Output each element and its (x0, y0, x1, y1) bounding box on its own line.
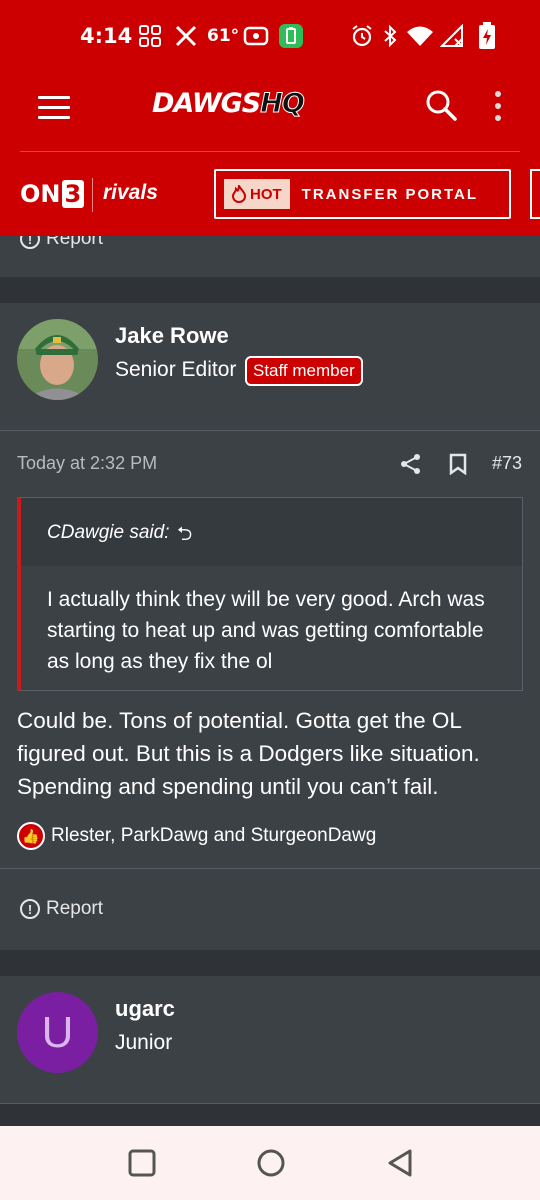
site-logo[interactable]: DAWGSHQ (152, 88, 306, 120)
previous-post: ! Report (0, 236, 540, 277)
more-options-button[interactable] (490, 88, 506, 122)
post-time[interactable]: Today at 2:32 PM (17, 453, 157, 474)
user-title: Senior Editor (115, 358, 237, 381)
app-header: DAWGSHQ (0, 72, 540, 152)
quote-block: CDawgie said: ⮌ I actually think they wi… (17, 497, 523, 691)
brand-separator (92, 178, 93, 212)
temperature: 61° (207, 26, 240, 46)
wifi-icon (406, 22, 434, 50)
home-button[interactable] (256, 1148, 286, 1178)
share-button[interactable] (400, 453, 422, 475)
post-number[interactable]: #73 (492, 453, 522, 474)
status-time: 4:14 (80, 24, 133, 48)
alarm-icon (350, 22, 374, 50)
quote-text: I actually think they will be very good.… (47, 588, 485, 673)
share-icon (401, 454, 420, 474)
triangle-back-icon (388, 1149, 412, 1177)
flame-icon (232, 185, 246, 203)
logo-main: DAWGS (152, 88, 261, 119)
user-title: Junior (115, 1031, 173, 1054)
avatar[interactable]: U (17, 992, 98, 1073)
hot-label: HOT (250, 185, 282, 203)
on3-logo[interactable]: ON 3 (20, 180, 85, 208)
hot-badge: HOT (224, 179, 290, 209)
square-icon (128, 1149, 156, 1177)
search-button[interactable] (424, 88, 458, 122)
post-divider (0, 868, 540, 869)
menu-button[interactable] (38, 96, 70, 120)
hamburger-icon (38, 96, 70, 99)
bluetooth-icon (382, 22, 398, 50)
post-user-block: Jake Rowe Senior Editor Staff member (0, 303, 540, 431)
avatar[interactable] (17, 319, 98, 400)
back-button[interactable] (385, 1148, 415, 1178)
search-icon (426, 90, 457, 121)
reaction-users: Rlester, ParkDawg and SturgeonDawg (51, 825, 377, 846)
logo-hq: HQ (260, 88, 306, 120)
battery-saver-icon (278, 22, 304, 50)
alert-circle-icon: ! (20, 899, 40, 919)
quote-header: CDawgie said: ⮌ (21, 498, 522, 566)
status-bar: 4:14 61° (0, 0, 540, 72)
go-to-quote-icon[interactable]: ⮌ (177, 520, 192, 552)
system-nav-bar (0, 1126, 540, 1200)
battery-charging-icon (478, 22, 496, 50)
next-promo-button[interactable] (530, 169, 540, 219)
reactions-bar[interactable]: 👍 Rlester, ParkDawg and SturgeonDawg (17, 821, 376, 851)
grid-icon (138, 22, 162, 50)
forum-post-next: U ugarc Junior (0, 976, 540, 1104)
circle-icon (257, 1149, 285, 1177)
recents-button[interactable] (127, 1148, 157, 1178)
quote-author[interactable]: CDawgie said: (47, 522, 170, 544)
x-icon (174, 22, 198, 50)
transfer-portal-button[interactable]: HOT TRANSFER PORTAL (214, 169, 511, 219)
signal-icon (440, 22, 466, 50)
staff-badge: Staff member (245, 356, 363, 386)
thread-content: ! Report Jake Rowe Senior Editor Staff m… (0, 236, 540, 1126)
bookmark-button[interactable] (449, 453, 467, 476)
report-label: Report (46, 236, 104, 249)
report-label: Report (46, 898, 104, 919)
previous-report-link[interactable]: ! Report (20, 236, 103, 250)
brand-bar: ON 3 rivals HOT TRANSFER PORTAL (0, 152, 540, 236)
username[interactable]: Jake Rowe (115, 323, 229, 349)
post-body: Could be. Tons of potential. Gotta get t… (17, 708, 480, 799)
report-link[interactable]: ! Report (20, 898, 103, 920)
rivals-logo[interactable]: rivals (103, 181, 158, 205)
username[interactable]: ugarc (115, 996, 175, 1022)
portal-label: TRANSFER PORTAL (301, 185, 479, 203)
alert-circle-icon: ! (20, 236, 40, 249)
radio-icon (243, 22, 269, 50)
thumbs-up-icon: 👍 (17, 822, 45, 850)
bookmark-icon (449, 453, 467, 476)
post-meta: Today at 2:32 PM #73 (0, 431, 540, 491)
more-vertical-icon (495, 91, 501, 97)
